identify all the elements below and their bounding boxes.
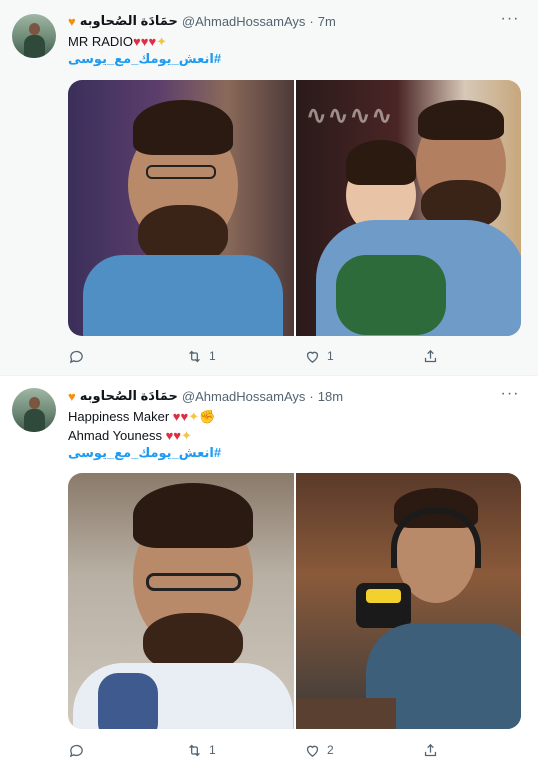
tweet-header: ♥ حمَادَة الصُحاوبه @AhmadHossamAys · 18… [68,387,343,405]
retweet-count: 1 [209,743,216,757]
reply-button[interactable] [68,742,186,759]
retweet-button[interactable]: 1 [186,742,304,759]
tweet-text: Ahmad Youness ♥♥✦ [68,427,192,444]
share-button[interactable] [422,742,439,759]
more-icon[interactable]: ··· [500,386,520,407]
tweet-actions: 1 1 [68,346,458,366]
red-heart-emoji: ♥♥ [161,428,182,443]
tweet-header: ♥ حمَادَة الصُحاوبه @AhmadHossamAys · 7m [68,12,336,30]
share-icon [424,743,437,756]
reply-button[interactable] [68,348,186,365]
retweet-count: 1 [209,349,216,363]
orange-heart-emoji: ♥ [68,388,76,404]
tweet-media[interactable]: ∿∿∿∿ [68,80,521,336]
tweet-actions: 1 2 [68,740,458,760]
muscle-emoji: ✊ [199,409,216,424]
photo-2[interactable] [295,473,521,729]
like-button[interactable]: 1 [304,348,422,365]
avatar[interactable] [12,14,56,58]
reply-icon [69,744,83,757]
sparkles-emoji: ✦ [156,34,168,49]
tweet-text: Happiness Maker ♥♥✦✊ [68,408,215,425]
separator-dot: · [309,13,314,29]
share-button[interactable] [422,348,439,365]
reply-icon [69,350,83,363]
tweet-text-line: Happiness Maker [68,409,170,424]
photo-1[interactable] [68,473,294,729]
photo-1[interactable] [68,80,294,336]
tweet-text-line: MR RADIO [68,34,133,49]
tweet-text-line: Ahmad Youness [68,428,162,443]
like-count: 2 [327,743,334,757]
user-handle[interactable]: @AhmadHossamAys [182,389,306,404]
retweet-icon [189,744,200,756]
like-count: 1 [327,349,334,363]
user-handle[interactable]: @AhmadHossamAys [182,14,306,29]
like-icon [306,745,319,757]
avatar[interactable] [12,388,56,432]
retweet-button[interactable]: 1 [186,348,304,365]
timestamp[interactable]: 18m [318,389,343,404]
retweet-icon [189,350,200,362]
sparkles-emoji: ✦ [188,409,200,424]
like-icon [306,351,319,363]
display-name[interactable]: حمَادَة الصُحاوبه [80,388,178,404]
tweet-text: MR RADIO♥♥♥✦ [68,33,167,50]
sparkles-emoji: ✦ [181,428,192,443]
separator-dot: · [309,388,314,404]
red-heart-emoji: ♥♥ [169,409,189,424]
hashtag-link[interactable]: #انعش_يومك_مع_يوسى [68,51,221,67]
like-button[interactable]: 2 [304,742,422,759]
red-heart-emoji: ♥♥♥ [133,34,157,49]
display-name[interactable]: حمَادَة الصُحاوبه [80,13,178,29]
tweet[interactable]: ♥ حمَادَة الصُحاوبه @AhmadHossamAys · 18… [0,377,538,766]
tweet[interactable]: ♥ حمَادَة الصُحاوبه @AhmadHossamAys · 7m… [0,0,538,376]
timestamp[interactable]: 7m [318,14,336,29]
tweet-media[interactable] [68,473,521,729]
share-icon [424,349,437,362]
photo-2[interactable]: ∿∿∿∿ [295,80,521,336]
hashtag-link[interactable]: #انعش_يومك_مع_يوسى [68,445,221,461]
more-icon[interactable]: ··· [500,11,520,32]
orange-heart-emoji: ♥ [68,13,76,29]
